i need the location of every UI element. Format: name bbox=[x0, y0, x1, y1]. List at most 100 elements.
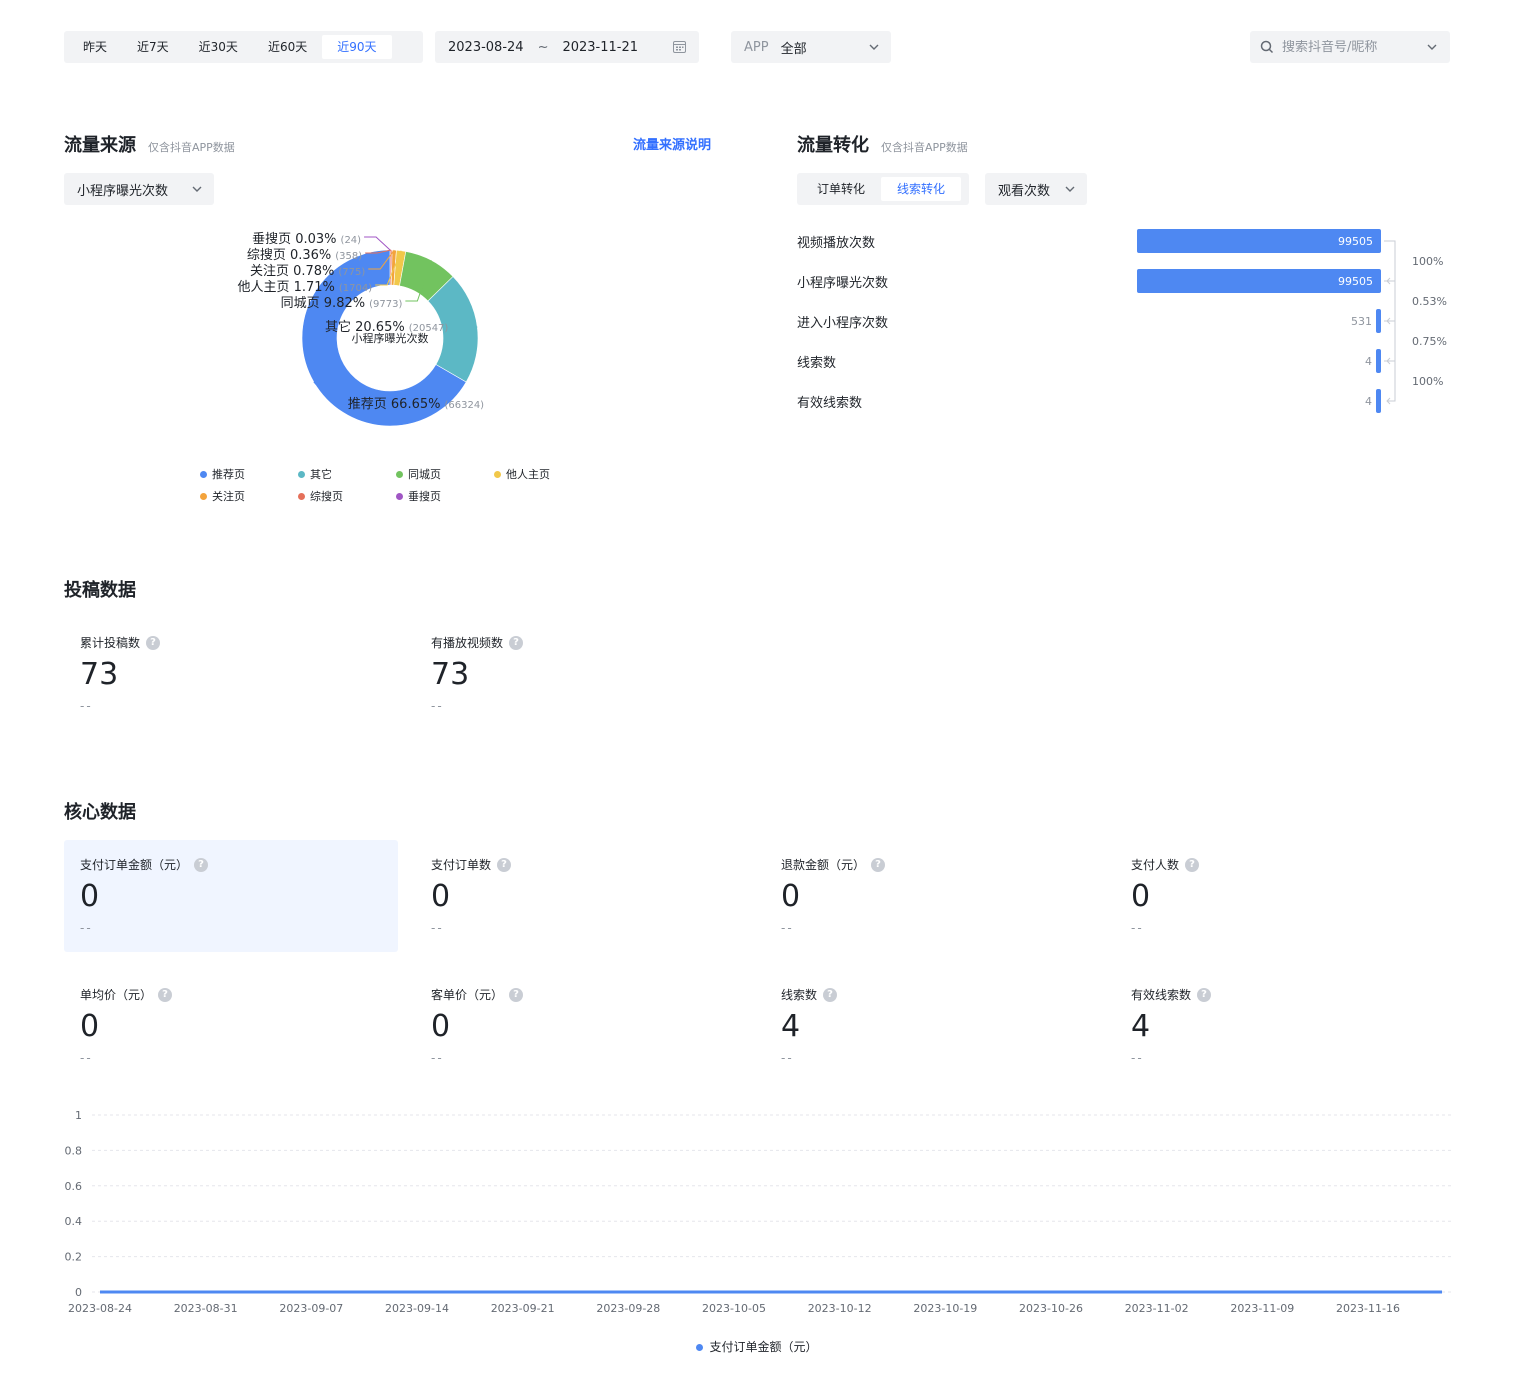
funnel-value: 99505 bbox=[1338, 275, 1373, 288]
metric-delta: -- bbox=[431, 699, 444, 713]
metric-value: 0 bbox=[80, 879, 100, 914]
metric-card[interactable]: 单均价（元）? 0 -- bbox=[64, 970, 398, 1082]
funnel-bar[interactable] bbox=[1376, 309, 1381, 333]
legend-label: 推荐页 bbox=[212, 468, 245, 481]
metric-delta: -- bbox=[80, 921, 93, 935]
metric-label: 单均价（元）? bbox=[80, 986, 382, 1003]
x-tick-label: 2023-10-12 bbox=[808, 1302, 872, 1315]
legend-label: 同城页 bbox=[408, 468, 441, 481]
funnel-rate: 0.75% bbox=[1412, 335, 1447, 348]
help-icon[interactable]: ? bbox=[1185, 857, 1200, 872]
metric-label-text: 单均价（元） bbox=[80, 988, 153, 1002]
metric-label-text: 支付人数 bbox=[1131, 858, 1180, 872]
metric-card[interactable]: 有播放视频数? 73 -- bbox=[415, 618, 749, 730]
legend-dot bbox=[696, 1344, 704, 1351]
metric-card[interactable]: 有效线索数? 4 -- bbox=[1115, 970, 1449, 1082]
legend-item[interactable]: 关注页 bbox=[200, 488, 245, 504]
legend-label: 其它 bbox=[310, 468, 332, 481]
metric-label: 有效线索数? bbox=[1131, 986, 1433, 1003]
funnel-bar[interactable] bbox=[1376, 349, 1381, 373]
legend-label: 支付订单金额（元） bbox=[709, 1340, 818, 1354]
metric-label: 支付订单金额（元）? bbox=[80, 856, 382, 873]
funnel-rate: 0.53% bbox=[1412, 295, 1447, 308]
metric-value: 73 bbox=[431, 657, 470, 692]
y-tick-label: 0 bbox=[75, 1286, 82, 1299]
metric-value: 73 bbox=[80, 657, 119, 692]
metric-label-text: 有播放视频数 bbox=[431, 636, 504, 650]
y-tick-label: 0.6 bbox=[65, 1180, 83, 1193]
metric-label: 有播放视频数? bbox=[431, 634, 733, 651]
help-icon[interactable]: ? bbox=[509, 987, 524, 1002]
funnel-value: 4 bbox=[1365, 355, 1372, 368]
metric-label-text: 有效线索数 bbox=[1131, 988, 1192, 1002]
legend-item[interactable]: 他人主页 bbox=[494, 466, 550, 482]
funnel-value: 531 bbox=[1351, 315, 1372, 328]
metric-label: 支付人数? bbox=[1131, 856, 1433, 873]
funnel-connector bbox=[1384, 280, 1396, 322]
metric-label: 客单价（元）? bbox=[431, 986, 733, 1003]
help-icon[interactable]: ? bbox=[194, 857, 209, 872]
x-tick-label: 2023-10-26 bbox=[1019, 1302, 1083, 1315]
metric-card[interactable]: 客单价（元）? 0 -- bbox=[415, 970, 749, 1082]
funnel-rate: 100% bbox=[1412, 255, 1443, 268]
legend-label: 综搜页 bbox=[310, 490, 343, 503]
metric-label-text: 支付订单数 bbox=[431, 858, 492, 872]
metric-card[interactable]: 线索数? 4 -- bbox=[765, 970, 1099, 1082]
legend-item[interactable]: 垂搜页 bbox=[396, 488, 441, 504]
metric-card[interactable]: 支付人数? 0 -- bbox=[1115, 840, 1449, 952]
funnel-connector bbox=[1384, 240, 1396, 282]
x-tick-label: 2023-08-24 bbox=[68, 1302, 132, 1315]
funnel-connector bbox=[1384, 360, 1396, 402]
metric-label-text: 累计投稿数 bbox=[80, 636, 141, 650]
help-icon[interactable]: ? bbox=[158, 987, 173, 1002]
metric-delta: -- bbox=[431, 921, 444, 935]
metric-card[interactable]: 退款金额（元）? 0 -- bbox=[765, 840, 1099, 952]
legend-item[interactable]: 推荐页 bbox=[200, 466, 245, 482]
payment-line-chart: 1 0.8 0.6 0.4 0.2 0 2023-08-24 2023-08-31 2023-0… bbox=[65, 1109, 1452, 1315]
metric-delta: -- bbox=[1131, 1051, 1144, 1065]
legend-dot bbox=[396, 470, 403, 478]
legend-item[interactable]: 综搜页 bbox=[298, 488, 343, 504]
funnel-bar[interactable] bbox=[1376, 389, 1381, 413]
metric-delta: -- bbox=[80, 1051, 93, 1065]
metric-delta: -- bbox=[781, 921, 794, 935]
x-tick-label: 2023-08-31 bbox=[174, 1302, 238, 1315]
legend-dot bbox=[298, 492, 305, 500]
x-tick-label: 2023-10-05 bbox=[702, 1302, 766, 1315]
legend-dot bbox=[298, 470, 305, 478]
y-tick-label: 0.8 bbox=[65, 1144, 83, 1157]
help-icon[interactable]: ? bbox=[497, 857, 512, 872]
x-tick-label: 2023-09-07 bbox=[279, 1302, 343, 1315]
funnel-value: 99505 bbox=[1338, 235, 1373, 248]
metric-card[interactable]: 累计投稿数? 73 -- bbox=[64, 618, 398, 730]
legend-label: 关注页 bbox=[212, 490, 245, 503]
x-tick-label: 2023-09-14 bbox=[385, 1302, 449, 1315]
legend-dot bbox=[494, 470, 501, 478]
legend-dot bbox=[200, 492, 207, 500]
help-icon[interactable]: ? bbox=[1197, 987, 1212, 1002]
help-icon[interactable]: ? bbox=[823, 987, 838, 1002]
help-icon[interactable]: ? bbox=[871, 857, 886, 872]
metric-label: 退款金额（元）? bbox=[781, 856, 1083, 873]
x-tick-label: 2023-09-28 bbox=[596, 1302, 660, 1315]
metric-value: 0 bbox=[80, 1009, 100, 1044]
help-icon[interactable]: ? bbox=[146, 635, 161, 650]
line-chart-legend[interactable]: 支付订单金额（元） bbox=[0, 1338, 1514, 1355]
help-icon[interactable]: ? bbox=[509, 635, 524, 650]
y-tick-label: 0.4 bbox=[65, 1215, 83, 1228]
legend-item[interactable]: 同城页 bbox=[396, 466, 441, 482]
metric-value: 0 bbox=[781, 879, 801, 914]
core-data-title: 核心数据 bbox=[64, 802, 136, 823]
metric-label: 累计投稿数? bbox=[80, 634, 382, 651]
legend-dot bbox=[200, 470, 207, 478]
legend-dot bbox=[396, 492, 403, 500]
legend-item[interactable]: 其它 bbox=[298, 466, 332, 482]
metric-card[interactable]: 支付订单数? 0 -- bbox=[415, 840, 749, 952]
metric-label-text: 线索数 bbox=[781, 988, 818, 1002]
funnel-connector bbox=[1384, 320, 1396, 362]
submission-title: 投稿数据 bbox=[64, 580, 136, 601]
metric-delta: -- bbox=[781, 1051, 794, 1065]
metric-delta: -- bbox=[80, 699, 93, 713]
metric-card[interactable]: 支付订单金额（元）? 0 -- bbox=[64, 840, 398, 952]
metric-label-text: 退款金额（元） bbox=[781, 858, 866, 872]
